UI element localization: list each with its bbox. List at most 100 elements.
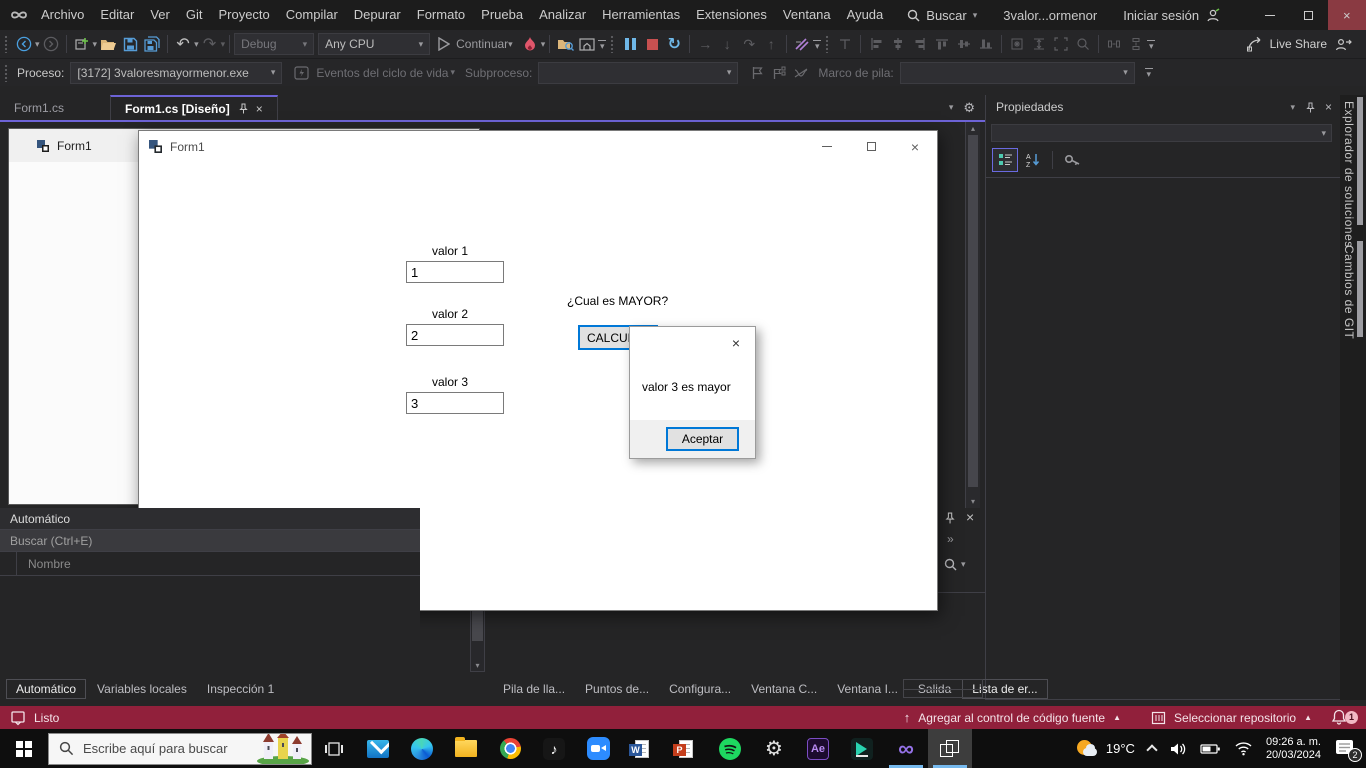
zoom-selection-icon[interactable] (1072, 32, 1094, 56)
valor2-input[interactable] (406, 324, 504, 346)
start-button[interactable] (0, 729, 48, 768)
hot-reload-icon[interactable] (519, 32, 541, 56)
restart-button[interactable]: ↻ (663, 32, 685, 56)
git-changes-vertical-tab[interactable]: Cambios de GIT (1342, 245, 1356, 339)
menu-prueba[interactable]: Prueba (473, 0, 531, 30)
menu-ventana[interactable]: Ventana (775, 0, 839, 30)
save-all-button[interactable] (141, 32, 163, 56)
notifications-bell-button[interactable]: 1 (1330, 708, 1356, 728)
menu-herramientas[interactable]: Herramientas (594, 0, 688, 30)
autos-column-header[interactable]: Nombre (0, 552, 420, 576)
vertical-spacing-icon[interactable] (1125, 32, 1147, 56)
menu-depurar[interactable]: Depurar (346, 0, 409, 30)
menu-proyecto[interactable]: Proyecto (210, 0, 277, 30)
spotify-app-icon[interactable] (708, 729, 752, 768)
menu-git[interactable]: Git (178, 0, 211, 30)
message-box[interactable]: × valor 3 es mayor Aceptar (629, 326, 756, 459)
align-bottoms-icon[interactable] (975, 32, 997, 56)
align-rights-icon[interactable] (909, 32, 931, 56)
pause-button[interactable] (619, 32, 641, 56)
app-close-button[interactable]: × (893, 131, 937, 162)
hot-reload-dropdown[interactable]: ▾ (541, 39, 546, 50)
teal-play-app-icon[interactable] (840, 729, 884, 768)
app-maximize-button[interactable] (849, 131, 893, 162)
tab-inspeccion-1[interactable]: Inspección 1 (198, 679, 283, 699)
sign-in-button[interactable]: Iniciar sesión (1123, 8, 1221, 23)
align-centers-icon[interactable] (887, 32, 909, 56)
tab-pila-de-llamadas[interactable]: Pila de lla... (494, 679, 574, 699)
aceptar-button[interactable]: Aceptar (666, 427, 739, 451)
scrollbar-thumb[interactable] (968, 135, 978, 487)
valor1-input[interactable] (406, 261, 504, 283)
flag-icon[interactable] (746, 61, 768, 85)
properties-header[interactable]: Propiedades ▾ × (986, 95, 1340, 119)
app-minimize-button[interactable] (805, 131, 849, 162)
title-search-box[interactable]: Buscar ▾ (907, 8, 977, 23)
tab-options-gear-icon[interactable]: ⚙ (963, 100, 975, 116)
continue-button[interactable]: Continuar (438, 32, 508, 56)
solution-config-combo[interactable]: Debug▾ (234, 33, 314, 55)
solution-explorer-vertical-tab[interactable]: Explorador de soluciones (1342, 101, 1356, 248)
menu-formato[interactable]: Formato (409, 0, 473, 30)
tab-ventana-inmediata[interactable]: Ventana I... (828, 679, 907, 699)
scroll-down-icon[interactable]: ▾ (966, 497, 980, 506)
redo-dropdown[interactable]: ▾ (221, 39, 226, 50)
size-to-grid-icon[interactable] (1006, 32, 1028, 56)
align-middles-icon[interactable] (953, 32, 975, 56)
weather-widget[interactable]: 19°C (1076, 739, 1135, 759)
menu-compilar[interactable]: Compilar (278, 0, 346, 30)
find-in-files-icon[interactable] (554, 32, 576, 56)
window-position-dropdown[interactable]: ▾ (1290, 102, 1295, 113)
valor3-input[interactable] (406, 392, 504, 414)
edge-app-icon[interactable] (400, 729, 444, 768)
debug-overflow[interactable]: ▾ (813, 40, 821, 49)
debug-toolbar-grip[interactable] (610, 35, 615, 53)
panel-search-button[interactable]: ▾ (944, 558, 966, 571)
snap-to-grid-icon[interactable] (834, 32, 856, 56)
notification-center-button[interactable]: 2 (1334, 738, 1358, 760)
active-window-taskbar-icon[interactable] (928, 729, 972, 768)
menu-archivo[interactable]: Archivo (33, 0, 92, 30)
search-highlight-castle-image[interactable] (255, 733, 311, 764)
clock-widget[interactable]: 09:26 a. m. 20/03/2024 (1266, 736, 1321, 762)
share-user-icon[interactable] (1334, 37, 1352, 52)
debug-row-overflow[interactable]: ▾ (1145, 68, 1153, 77)
tab-form1-designer[interactable]: Form1.cs [Diseño] × (110, 95, 278, 120)
horizontal-spacing-icon[interactable] (1103, 32, 1125, 56)
property-pages-key-icon[interactable] (1064, 153, 1081, 167)
close-panel-icon[interactable]: × (1325, 100, 1332, 114)
task-view-button[interactable] (312, 729, 356, 768)
dialog-close-icon[interactable]: × (725, 333, 747, 353)
mail-app-icon[interactable] (356, 729, 400, 768)
restore-button[interactable] (1289, 0, 1327, 30)
tab-puntos-de-interrupcion[interactable]: Puntos de... (576, 679, 658, 699)
debug-row-grip[interactable] (4, 64, 9, 82)
size-to-fit-icon[interactable] (1050, 32, 1072, 56)
file-explorer-icon[interactable] (444, 729, 488, 768)
flag-threads-icon[interactable] (768, 61, 790, 85)
process-combo[interactable]: [3172] 3valoresmayormenor.exe▾ (70, 62, 282, 84)
wifi-icon[interactable] (1234, 741, 1253, 756)
powerpoint-app-icon[interactable]: P (664, 729, 708, 768)
settings-gear-icon[interactable]: ⚙ (752, 729, 796, 768)
word-app-icon[interactable]: W (620, 729, 664, 768)
thread-combo[interactable]: ▾ (538, 62, 738, 84)
layout-toolbar-grip[interactable] (825, 35, 830, 53)
step-into-icon[interactable]: ↓ (716, 32, 738, 56)
close-panel-icon[interactable]: × (966, 509, 974, 525)
live-share-label[interactable]: Live Share (1270, 37, 1327, 51)
tab-automatico[interactable]: Automático (6, 679, 86, 699)
tab-form1-cs[interactable]: Form1.cs (0, 95, 110, 120)
lifecycle-dropdown[interactable]: ▾ (450, 67, 455, 78)
pin-icon[interactable] (944, 512, 955, 524)
minimize-button[interactable] (1251, 0, 1289, 30)
menu-analizar[interactable]: Analizar (531, 0, 594, 30)
pin-icon[interactable] (238, 103, 248, 114)
object-selector-combo[interactable]: ▾ (991, 124, 1332, 142)
live-share-icon[interactable] (1246, 36, 1263, 52)
lifecycle-events-icon[interactable] (290, 61, 312, 85)
after-effects-app-icon[interactable]: Ae (796, 729, 840, 768)
align-tops-icon[interactable] (931, 32, 953, 56)
open-folder-button[interactable] (97, 32, 119, 56)
categorized-button[interactable] (992, 148, 1018, 172)
